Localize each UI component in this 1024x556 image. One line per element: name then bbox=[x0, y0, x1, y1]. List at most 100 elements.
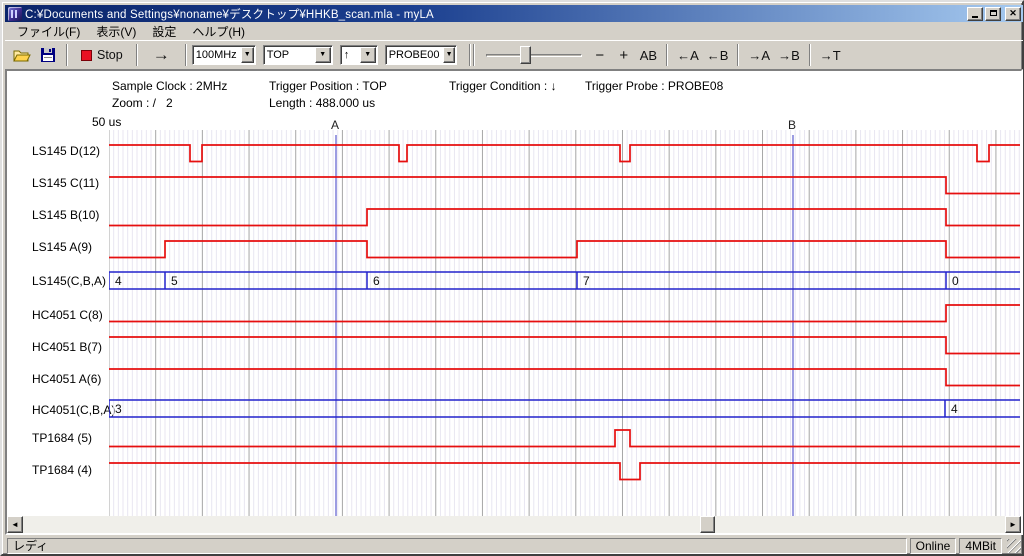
toolbar-separator bbox=[185, 44, 187, 66]
resize-grip-icon[interactable] bbox=[1007, 539, 1021, 553]
toolbar-separator bbox=[666, 44, 668, 66]
statusbar: レディ Online 4MBit bbox=[5, 536, 1023, 555]
digital-trace bbox=[109, 241, 1020, 258]
zoom-slider[interactable] bbox=[486, 44, 582, 66]
app-icon bbox=[8, 7, 22, 21]
trigger-edge-combo[interactable]: ↑ ▼ bbox=[340, 45, 378, 65]
toolbar-separator bbox=[469, 44, 471, 66]
timebase-label: 50 us bbox=[92, 115, 121, 129]
waveform-plot[interactable]: 4 5 6 7 0 3 4 bbox=[109, 130, 1020, 517]
signal-label: HC4051(C,B,A) bbox=[32, 403, 115, 417]
bus-value: 4 bbox=[951, 402, 958, 416]
maximize-icon bbox=[990, 10, 997, 16]
info-sample-clock: Sample Clock : 2MHz bbox=[112, 79, 227, 93]
menu-settings[interactable]: 設定 bbox=[145, 22, 183, 41]
chevron-down-icon[interactable]: ▼ bbox=[360, 47, 376, 63]
jump-right-a-button[interactable]: →A bbox=[744, 44, 774, 66]
jump-left-b-button[interactable]: ←B bbox=[703, 44, 733, 66]
probe-value: PROBE00 bbox=[386, 49, 443, 61]
digital-trace bbox=[109, 337, 1020, 354]
sample-clock-combo[interactable]: 100MHz ▼ bbox=[192, 45, 256, 65]
stop-icon bbox=[81, 50, 92, 61]
signal-label: LS145 C(11) bbox=[32, 176, 99, 190]
zoom-out-button[interactable]: − bbox=[588, 44, 612, 66]
signal-label: HC4051 A(6) bbox=[32, 372, 101, 386]
open-folder-icon bbox=[13, 47, 31, 63]
info-trigger-position: Trigger Position : TOP bbox=[269, 79, 387, 93]
digital-trace bbox=[109, 177, 1020, 194]
scroll-right-button[interactable]: ► bbox=[1005, 516, 1021, 533]
minimize-button[interactable] bbox=[967, 7, 983, 21]
scrollbar-thumb[interactable] bbox=[700, 516, 715, 533]
bus-value: 4 bbox=[115, 274, 122, 288]
toolbar-separator bbox=[809, 44, 811, 66]
probe-combo[interactable]: PROBE00 ▼ bbox=[385, 45, 457, 65]
bus-value: 0 bbox=[952, 274, 959, 288]
menu-file[interactable]: ファイル(F) bbox=[10, 22, 87, 41]
run-button[interactable]: → bbox=[143, 44, 180, 66]
chevron-down-icon[interactable]: ▼ bbox=[443, 47, 454, 63]
chevron-down-icon[interactable]: ▼ bbox=[241, 47, 254, 63]
waveform-canvas[interactable]: 4 5 6 7 0 3 4 bbox=[109, 130, 1020, 517]
zoom-slider-track[interactable] bbox=[486, 54, 582, 57]
signal-label: LS145(C,B,A) bbox=[32, 274, 106, 288]
open-file-button[interactable] bbox=[9, 44, 35, 66]
digital-trace bbox=[109, 145, 1020, 162]
digital-trace bbox=[109, 305, 1020, 322]
jump-right-b-button[interactable]: →B bbox=[774, 44, 804, 66]
minimize-icon bbox=[972, 16, 978, 18]
save-floppy-icon bbox=[39, 47, 57, 63]
zoom-slider-thumb[interactable] bbox=[520, 46, 531, 64]
info-trigger-probe: Trigger Probe : PROBE08 bbox=[585, 79, 723, 93]
digital-trace bbox=[109, 209, 1020, 226]
jump-left-a-button[interactable]: ←A bbox=[673, 44, 703, 66]
toolbar-separator bbox=[136, 44, 138, 66]
signal-label: LS145 D(12) bbox=[32, 144, 100, 158]
horizontal-scrollbar[interactable]: ◄ ► bbox=[7, 516, 1021, 533]
app-window: C:¥Documents and Settings¥noname¥デスクトップ¥… bbox=[0, 0, 1024, 556]
digital-trace bbox=[109, 430, 1020, 447]
waveform-workspace: Sample Clock : 2MHz Trigger Position : T… bbox=[5, 69, 1023, 535]
info-length: Length : 488.000 us bbox=[269, 96, 375, 110]
signal-label: TP1684 (5) bbox=[32, 431, 92, 445]
signal-label: LS145 A(9) bbox=[32, 240, 92, 254]
bus-value: 6 bbox=[373, 274, 380, 288]
menu-help[interactable]: ヘルプ(H) bbox=[185, 22, 252, 41]
zoom-in-button[interactable]: + bbox=[612, 44, 636, 66]
sample-clock-value: 100MHz bbox=[193, 49, 240, 61]
info-trigger-condition: Trigger Condition : ↓ bbox=[449, 79, 557, 93]
maximize-button[interactable] bbox=[985, 7, 1001, 21]
toolbar-separator bbox=[473, 44, 475, 66]
status-memory-badge: 4MBit bbox=[959, 538, 1002, 554]
trigger-position-value: TOP bbox=[264, 49, 314, 61]
close-button[interactable]: ✕ bbox=[1005, 7, 1021, 21]
save-button[interactable] bbox=[35, 44, 61, 66]
info-zoom: Zoom : / 2 bbox=[112, 96, 173, 110]
window-title: C:¥Documents and Settings¥noname¥デスクトップ¥… bbox=[25, 6, 963, 22]
digital-trace bbox=[109, 369, 1020, 386]
menubar: ファイル(F) 表示(V) 設定 ヘルプ(H) bbox=[5, 22, 1023, 40]
signal-label: HC4051 B(7) bbox=[32, 340, 102, 354]
stop-label: Stop bbox=[97, 48, 123, 62]
toolbar: Stop → 100MHz ▼ TOP ▼ ↑ ▼ PROBE00 ▼ − + … bbox=[5, 40, 1023, 69]
trigger-edge-value: ↑ bbox=[341, 49, 359, 61]
bus-value: 3 bbox=[115, 402, 122, 416]
toolbar-separator bbox=[66, 44, 68, 66]
menu-view[interactable]: 表示(V) bbox=[89, 22, 143, 41]
status-online-badge: Online bbox=[910, 538, 957, 554]
stop-button[interactable]: Stop bbox=[73, 44, 131, 66]
jump-trigger-button[interactable]: →T bbox=[816, 44, 845, 66]
titlebar[interactable]: C:¥Documents and Settings¥noname¥デスクトップ¥… bbox=[5, 5, 1023, 22]
toolbar-separator bbox=[737, 44, 739, 66]
signal-label: LS145 B(10) bbox=[32, 208, 99, 222]
status-ready: レディ bbox=[7, 538, 907, 554]
digital-trace bbox=[109, 463, 1020, 480]
ab-range-button[interactable]: AB bbox=[636, 44, 661, 66]
chevron-down-icon[interactable]: ▼ bbox=[315, 47, 331, 63]
bus-value: 7 bbox=[583, 274, 590, 288]
trigger-position-combo[interactable]: TOP ▼ bbox=[263, 45, 333, 65]
signal-label: HC4051 C(8) bbox=[32, 308, 103, 322]
signal-label: TP1684 (4) bbox=[32, 463, 92, 477]
scroll-left-button[interactable]: ◄ bbox=[7, 516, 23, 533]
bus-value: 5 bbox=[171, 274, 178, 288]
